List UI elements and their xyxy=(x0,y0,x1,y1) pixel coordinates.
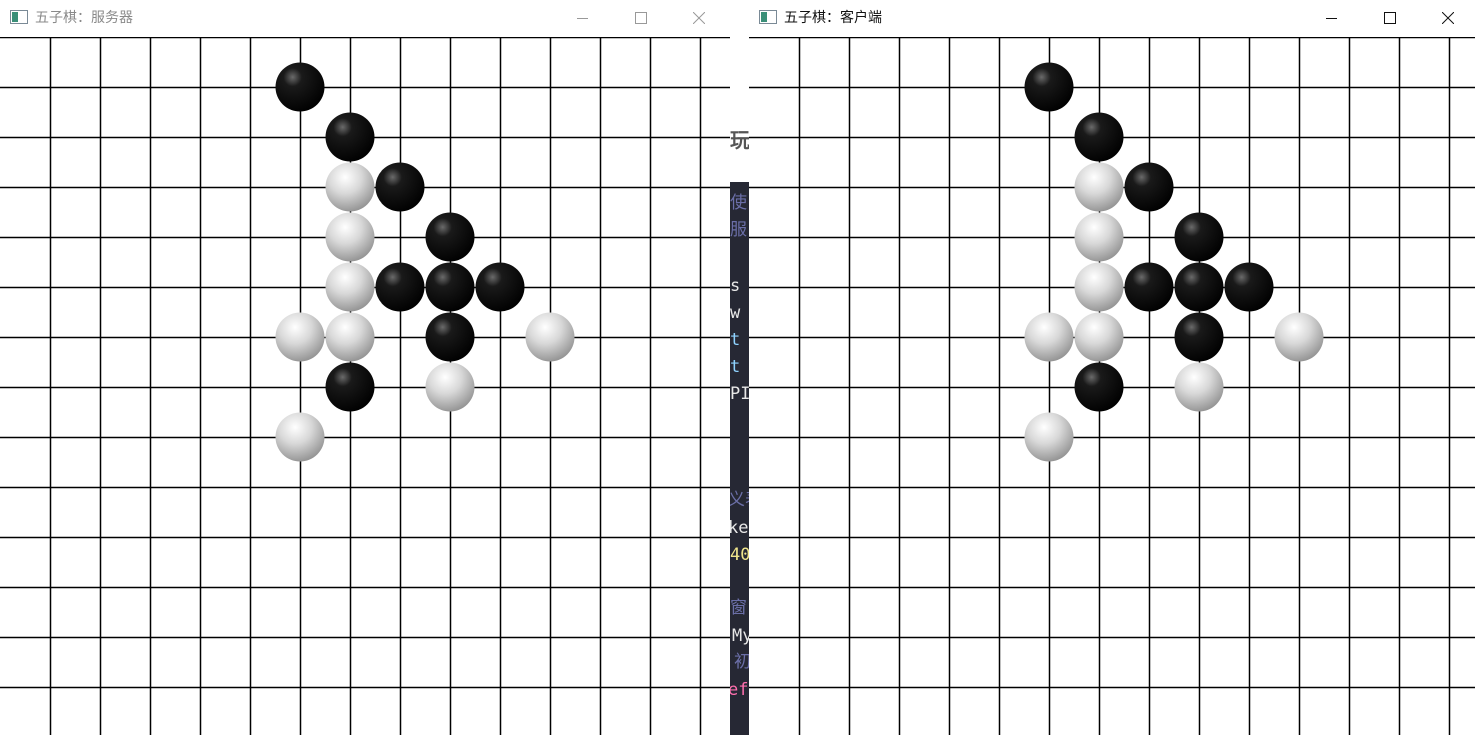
white-stone xyxy=(425,362,475,412)
black-stone xyxy=(1124,262,1174,312)
close-button[interactable] xyxy=(676,0,722,36)
maximize-button[interactable] xyxy=(618,0,664,36)
code-snippet: 初 xyxy=(734,652,749,672)
black-stone xyxy=(325,362,375,412)
maximize-icon xyxy=(635,12,647,24)
code-snippet: t xyxy=(730,330,741,350)
window-title: 五子棋：客户端 xyxy=(784,10,882,26)
background-editor-window: 玩使服swttPIL义表ket40窗My初ef xyxy=(730,0,749,735)
close-button[interactable] xyxy=(1425,0,1471,36)
code-snippet: t xyxy=(730,357,741,377)
white-stone xyxy=(1074,162,1124,212)
black-stone xyxy=(375,262,425,312)
black-stone xyxy=(375,162,425,212)
minimize-button[interactable] xyxy=(1309,0,1355,36)
white-stone xyxy=(525,312,575,362)
black-stone xyxy=(1124,162,1174,212)
minimize-icon xyxy=(1326,18,1337,19)
white-stone xyxy=(1174,362,1224,412)
gomoku-board[interactable] xyxy=(749,37,1475,735)
white-stone xyxy=(1024,312,1074,362)
editor-header xyxy=(730,0,749,182)
titlebar[interactable]: 五子棋：客户端 xyxy=(749,0,1475,37)
black-stone xyxy=(325,112,375,162)
white-stone xyxy=(325,262,375,312)
black-stone xyxy=(1074,112,1124,162)
white-stone xyxy=(325,212,375,262)
app-icon xyxy=(10,10,28,24)
white-stone xyxy=(325,162,375,212)
black-stone xyxy=(1174,212,1224,262)
code-snippet: 玩 xyxy=(730,128,749,152)
black-stone xyxy=(1224,262,1274,312)
black-stone xyxy=(425,212,475,262)
black-stone xyxy=(1024,62,1074,112)
titlebar[interactable]: 五子棋：服务器 xyxy=(0,0,730,37)
close-icon xyxy=(693,12,705,24)
black-stone xyxy=(475,262,525,312)
black-stone xyxy=(1174,262,1224,312)
black-stone xyxy=(275,62,325,112)
close-icon xyxy=(1442,12,1454,24)
white-stone xyxy=(1024,412,1074,462)
client-window: 五子棋：客户端 xyxy=(749,0,1475,735)
maximize-button[interactable] xyxy=(1367,0,1413,36)
black-stone xyxy=(425,312,475,362)
code-snippet: 40 xyxy=(730,545,749,565)
white-stone xyxy=(1074,212,1124,262)
code-snippet: s xyxy=(730,276,741,296)
white-stone xyxy=(275,312,325,362)
gomoku-board[interactable] xyxy=(0,37,730,735)
code-snippet: 服 xyxy=(730,220,747,240)
black-stone xyxy=(425,262,475,312)
window-title: 五子棋：服务器 xyxy=(35,10,133,26)
black-stone xyxy=(1074,362,1124,412)
code-snippet: w xyxy=(730,303,741,323)
white-stone xyxy=(1074,312,1124,362)
white-stone xyxy=(275,412,325,462)
code-snippet: My xyxy=(732,626,749,646)
minimize-icon xyxy=(577,18,588,19)
code-snippet: ket xyxy=(730,518,749,538)
server-window: 五子棋：服务器 xyxy=(0,0,730,735)
code-snippet: 窗 xyxy=(730,598,747,618)
maximize-icon xyxy=(1384,12,1396,24)
minimize-button[interactable] xyxy=(560,0,606,36)
white-stone xyxy=(1074,262,1124,312)
white-stone xyxy=(1274,312,1324,362)
code-snippet: ef xyxy=(730,680,749,700)
app-icon xyxy=(759,10,777,24)
code-snippet: 使 xyxy=(730,193,747,213)
code-snippet: PIL xyxy=(730,384,749,404)
code-snippet: 义表 xyxy=(730,490,749,510)
black-stone xyxy=(1174,312,1224,362)
white-stone xyxy=(325,312,375,362)
